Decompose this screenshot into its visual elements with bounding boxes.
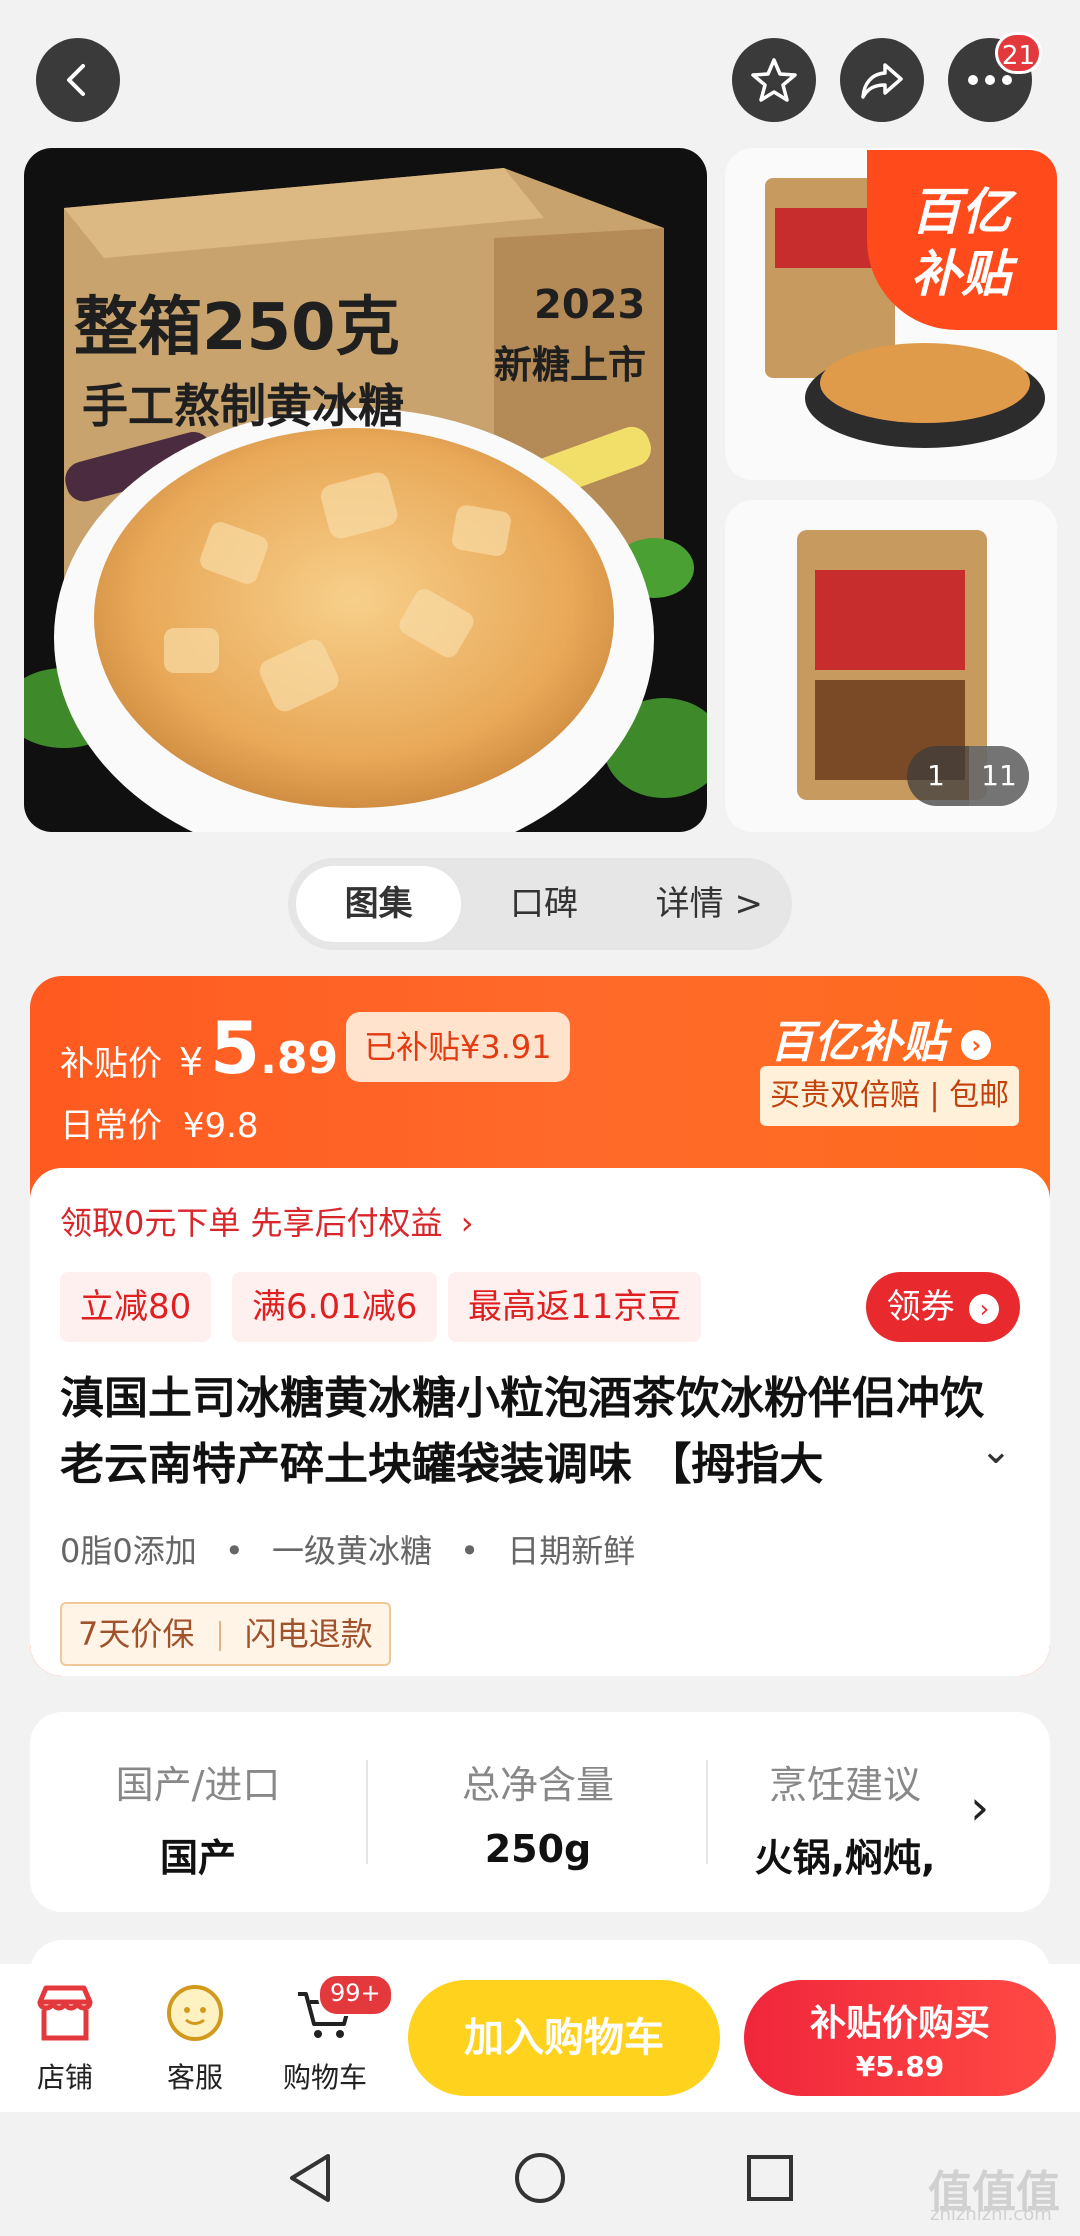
attr-origin: 国产/进口 国产 — [48, 1754, 348, 1882]
nav-back-icon[interactable] — [284, 2150, 336, 2206]
nav-recents-icon[interactable] — [744, 2152, 796, 2204]
star-icon — [751, 58, 797, 102]
daily-price-label: 日常价 — [60, 1106, 162, 1146]
thumbnail-1[interactable]: 百亿 补贴 — [725, 148, 1057, 480]
hero-headline: 整箱250克 — [74, 291, 400, 365]
cart-label: 购物车 — [282, 2061, 367, 2094]
feature-item: 一级黄冰糖 — [271, 1532, 432, 1570]
feature-item: 0脂0添加 — [60, 1532, 197, 1570]
promo-chip-discount[interactable]: 立减80 — [60, 1272, 212, 1342]
promo-chip-jingdou[interactable]: 最高返11京豆 — [448, 1272, 702, 1342]
product-title: 滇国土司冰糖黄冰糖小粒泡酒茶饮冰粉伴侣冲饮老云南特产碎土块罐袋装调味 【拇指大 — [60, 1373, 984, 1490]
subsidy-price-value: 5.89 — [210, 1006, 338, 1090]
store-label: 店铺 — [36, 2061, 93, 2094]
buy-now-button[interactable]: 补贴价购买 ¥5.89 — [744, 1980, 1056, 2096]
service-fast-refund: 闪电退款 — [244, 1615, 373, 1653]
more-button[interactable]: 21 — [948, 32, 1042, 122]
hero-subheadline: 手工熬制黄冰糖 — [82, 379, 404, 433]
subsidy-corner-line2: 补贴 — [911, 245, 1011, 303]
subsidy-corner-badge: 百亿 补贴 — [867, 150, 1057, 330]
service-price-protect: 7天价保 — [78, 1615, 195, 1653]
subsidy-guarantee: 买贵双倍赔 | 包邮 — [760, 1066, 1020, 1126]
attr-value: 火锅,焖炖, — [754, 1836, 936, 1880]
cart-count-badge: 99+ — [318, 1974, 393, 2016]
product-photo — [24, 168, 707, 832]
watermark-domain: zhizhizhi.com — [930, 2204, 1052, 2225]
chevron-right-icon: › — [961, 1030, 992, 1060]
attr-label: 国产/进口 — [115, 1763, 281, 1807]
subsidy-label-text: 补贴价 — [60, 1044, 162, 1084]
tab-reviews[interactable]: 口碑 — [461, 866, 626, 942]
currency-symbol: ¥ — [178, 1040, 203, 1084]
thumbnail-2[interactable]: 1 11 — [725, 500, 1057, 832]
price-decimal: .89 — [260, 1033, 339, 1084]
attr-value: 250g — [484, 1827, 592, 1871]
cart-button[interactable]: 99+ 购物车 — [270, 1974, 393, 2096]
program-title-text: 百亿补贴 — [770, 1017, 946, 1068]
feature-item: 日期新鲜 — [507, 1532, 636, 1570]
product-main-image[interactable]: 整箱250克 手工熬制黄冰糖 2023 新糖上市 — [24, 148, 707, 832]
more-dots-icon — [968, 75, 1012, 85]
coupon-button[interactable]: 领券 › — [866, 1272, 1020, 1342]
buy-now-price: ¥5.89 — [855, 2050, 945, 2083]
chevron-left-icon — [67, 64, 85, 96]
customer-service-label: 客服 — [166, 2061, 223, 2094]
price-integer: 5 — [210, 1006, 261, 1090]
attr-label: 烹饪建议 — [768, 1763, 921, 1807]
hero-box-text: 新糖上市 — [494, 343, 647, 387]
chevron-right-icon: › — [969, 1293, 1000, 1324]
message-count-badge: 21 — [994, 32, 1042, 74]
image-counter-current: 1 — [927, 759, 945, 792]
subsidy-price-label: 补贴价 ¥ — [60, 1036, 203, 1085]
service-tags[interactable]: 7天价保 闪电退款 — [60, 1602, 391, 1666]
image-counter-total: 11 — [969, 746, 1029, 806]
attr-label: 总净含量 — [461, 1763, 614, 1807]
attr-value: 国产 — [159, 1836, 236, 1880]
promo-chip-threshold[interactable]: 满6.01减6 — [232, 1272, 438, 1342]
share-button[interactable] — [840, 38, 924, 122]
tab-gallery[interactable]: 图集 — [296, 866, 462, 942]
attr-net-weight: 总净含量 250g — [388, 1754, 688, 1871]
daily-price: 日常价 ¥9.8 — [60, 1098, 259, 1147]
expand-title-icon[interactable]: ⌄ — [980, 1428, 1012, 1472]
share-icon — [861, 63, 903, 99]
feature-list: 0脂0添加 • 一级黄冰糖 • 日期新鲜 — [60, 1532, 636, 1570]
customer-service-icon — [167, 1985, 223, 2041]
buy-now-title: 补贴价购买 — [809, 2003, 990, 2044]
store-button[interactable]: 店铺 — [10, 1980, 120, 2096]
hero-box-year: 2023 — [534, 282, 646, 328]
subsidy-program-title[interactable]: 百亿补贴 › — [770, 1006, 992, 1070]
attr-cooking: 烹饪建议 火锅,焖炖, — [730, 1754, 960, 1882]
credit-link-text: 领取0元下单 先享后付权益 — [60, 1204, 443, 1242]
daily-price-value: ¥9.8 — [182, 1106, 259, 1146]
tab-details[interactable]: 详情 > — [627, 866, 792, 942]
back-button[interactable] — [36, 38, 120, 122]
credit-link[interactable]: 领取0元下单 先享后付权益 › — [60, 1198, 474, 1244]
image-counter: 1 11 — [907, 746, 1029, 806]
subsidized-amount-tag: 已补贴¥3.91 — [346, 1012, 570, 1082]
nav-home-icon[interactable] — [512, 2150, 568, 2206]
chevron-right-icon[interactable]: › — [970, 1780, 989, 1836]
coupon-button-label: 领券 — [886, 1287, 955, 1327]
customer-service-button[interactable]: 客服 — [140, 1980, 250, 2096]
media-tabs: 图集 口碑 详情 > — [288, 858, 792, 950]
chevron-right-icon: › — [460, 1204, 474, 1242]
store-icon — [37, 1985, 93, 2041]
favorite-button[interactable] — [732, 38, 816, 122]
add-to-cart-button[interactable]: 加入购物车 — [408, 1980, 720, 2096]
